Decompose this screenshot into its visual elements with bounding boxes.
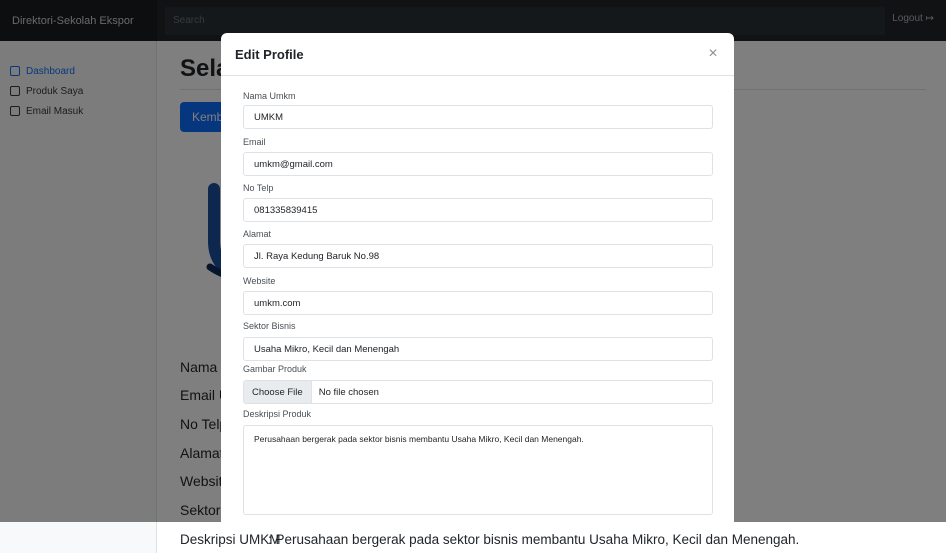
modal-title: Edit Profile bbox=[235, 46, 304, 62]
telp-label: No Telp bbox=[243, 183, 274, 193]
description-value: : Perusahaan bergerak pada sektor bisnis… bbox=[268, 532, 800, 547]
description-label: Deskripsi UMKM bbox=[180, 532, 281, 547]
telp-field[interactable]: 081335839415 bbox=[243, 198, 713, 222]
nama-label: Nama Umkm bbox=[243, 91, 296, 101]
modal-header: Edit Profile × bbox=[221, 33, 734, 76]
file-input[interactable]: Choose File No file chosen bbox=[243, 380, 713, 404]
sektor-label: Sektor Bisnis bbox=[243, 321, 296, 331]
deskripsi-label: Deskripsi Produk bbox=[243, 409, 312, 419]
nama-field[interactable]: UMKM bbox=[243, 105, 713, 129]
email-label: Email bbox=[243, 137, 266, 147]
email-field[interactable]: umkm@gmail.com bbox=[243, 152, 713, 176]
description-row: Deskripsi UMKM: Perusahaan bergerak pada… bbox=[180, 532, 799, 547]
modal-body: Nama Umkm UMKM Email umkm@gmail.com No T… bbox=[243, 76, 713, 522]
gambar-label: Gambar Produk bbox=[243, 364, 307, 374]
alamat-field[interactable]: Jl. Raya Kedung Baruk No.98 bbox=[243, 244, 713, 268]
edit-profile-modal: Edit Profile × Nama Umkm UMKM Email umkm… bbox=[221, 33, 734, 522]
choose-file-button[interactable]: Choose File bbox=[244, 381, 312, 403]
file-status: No file chosen bbox=[318, 386, 379, 398]
website-label: Website bbox=[243, 276, 276, 286]
close-icon[interactable]: × bbox=[704, 45, 722, 63]
sektor-field[interactable]: Usaha Mikro, Kecil dan Menengah bbox=[243, 337, 713, 361]
website-field[interactable]: umkm.com bbox=[243, 291, 713, 315]
deskripsi-textarea[interactable]: Perusahaan bergerak pada sektor bisnis m… bbox=[243, 425, 713, 515]
alamat-label: Alamat bbox=[243, 229, 272, 239]
